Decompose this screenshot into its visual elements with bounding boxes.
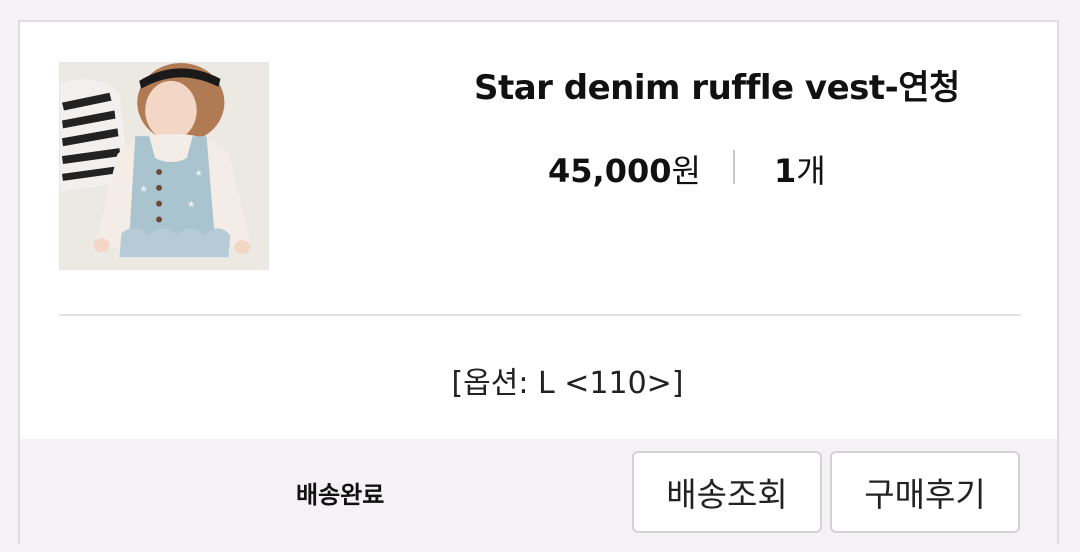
product-quantity: 1개 xyxy=(774,146,826,192)
product-name[interactable]: Star denim ruffle vest-연청 xyxy=(350,60,1040,109)
order-action-bar: 배송완료 배송조회 구매후기 xyxy=(20,439,1057,544)
write-review-button[interactable]: 구매후기 xyxy=(830,451,1020,533)
price-number: 45,000 xyxy=(548,152,672,190)
order-list-page: ★ ★ ★ Star denim ruffle vest-연청 45,000원 … xyxy=(0,0,1080,552)
price-quantity-divider xyxy=(733,150,735,184)
track-delivery-button[interactable]: 배송조회 xyxy=(632,451,822,533)
product-option: [옵션: L <110>] xyxy=(451,366,684,401)
product-price: 45,000원 xyxy=(548,146,701,192)
price-quantity-row: 45,000원 1개 xyxy=(20,146,1061,190)
quantity-number: 1 xyxy=(774,152,797,190)
section-divider xyxy=(59,314,1021,316)
svg-text:★: ★ xyxy=(187,200,196,211)
quantity-unit: 개 xyxy=(796,152,826,190)
order-item-card: ★ ★ ★ Star denim ruffle vest-연청 45,000원 … xyxy=(18,20,1059,544)
delivery-status: 배송완료 xyxy=(296,481,385,509)
price-unit: 원 xyxy=(671,152,701,190)
